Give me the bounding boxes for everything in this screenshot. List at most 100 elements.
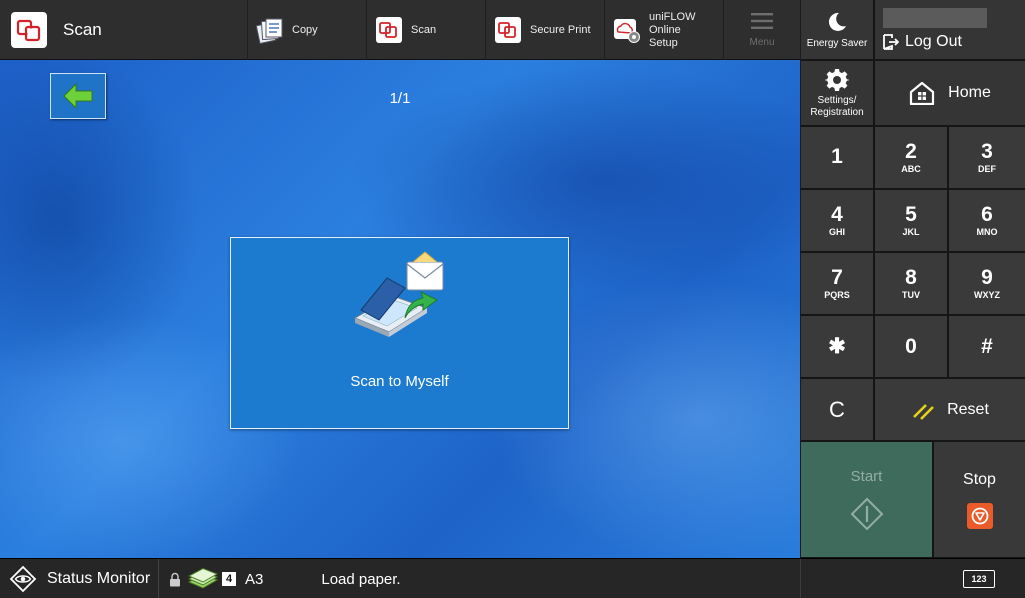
- lock-icon: [170, 572, 180, 586]
- energy-saver-label: Energy Saver: [806, 37, 868, 49]
- uniflow-setup-icon: [614, 19, 640, 43]
- paper-size: A3: [245, 570, 264, 588]
- clear-label: C: [829, 396, 845, 422]
- home-button[interactable]: Home: [875, 61, 1025, 125]
- shortcut-copy-label: Copy: [292, 23, 318, 36]
- start-label: Start: [850, 468, 883, 485]
- shortcut-uniflow-setup[interactable]: uniFLOW Online Setup: [604, 0, 722, 60]
- status-message: Load paper.: [321, 570, 401, 588]
- menu-label: Menu: [749, 36, 775, 48]
- home-icon: [910, 81, 935, 105]
- scan-to-myself-icon: [353, 251, 444, 337]
- settings-registration-button[interactable]: Settings/ Registration: [801, 61, 873, 125]
- scan-to-myself-label: Scan to Myself: [350, 373, 449, 390]
- logout-button[interactable]: Log Out: [875, 0, 1025, 59]
- key-digit: 2: [905, 140, 917, 163]
- key-letters: JKL: [902, 227, 920, 237]
- start-button[interactable]: Start: [801, 442, 932, 557]
- stop-symbol-icon: [971, 507, 988, 524]
- reset-button[interactable]: Reset: [875, 379, 1025, 440]
- key-8[interactable]: 8 TUV: [875, 253, 947, 314]
- status-monitor-button[interactable]: Status Monitor: [0, 559, 159, 598]
- key-digit: ✱: [828, 334, 846, 358]
- status-info: 4 A3 Load paper.: [160, 559, 401, 598]
- paper-count-badge: 4: [222, 572, 236, 586]
- key-0[interactable]: 0: [875, 316, 947, 377]
- key-hash[interactable]: #: [949, 316, 1025, 377]
- top-bar: Scan Copy Scan Secure Print uniFLOW Onli…: [0, 0, 800, 60]
- logout-area: Log Out: [883, 33, 962, 51]
- key-4[interactable]: 4 GHI: [801, 190, 873, 251]
- home-label: Home: [948, 84, 991, 101]
- key-5[interactable]: 5 JKL: [875, 190, 947, 251]
- key-digit: 5: [905, 203, 917, 226]
- divider: [800, 559, 801, 598]
- scan-app-icon: [11, 12, 47, 48]
- logout-label: Log Out: [905, 33, 962, 50]
- page-indicator: 1/1: [389, 90, 411, 107]
- key-digit: 4: [831, 203, 843, 226]
- key-3[interactable]: 3 DEF: [949, 127, 1025, 188]
- energy-saver-button[interactable]: Energy Saver: [801, 0, 873, 59]
- secure-print-icon: [495, 17, 521, 43]
- key-letters: DEF: [978, 164, 996, 174]
- main-area: 1/1 Scan to Myself: [0, 60, 800, 558]
- stop-icon: [966, 502, 993, 529]
- start-diamond-icon: [850, 497, 883, 531]
- right-panel: Energy Saver Log Out Settings/ Registrat…: [801, 0, 1025, 558]
- key-letters: WXYZ: [974, 290, 1000, 300]
- key-letters: ABC: [901, 164, 921, 174]
- status-bar: Status Monitor 4 A3 Load paper. 123: [0, 558, 1025, 598]
- shortcut-copy[interactable]: Copy: [247, 0, 365, 60]
- user-name-redacted: [883, 8, 987, 28]
- logout-icon: [883, 34, 899, 50]
- stop-label: Stop: [963, 470, 996, 488]
- shortcut-scan[interactable]: Scan: [366, 0, 484, 60]
- back-button[interactable]: [50, 73, 106, 119]
- key-digit: 0: [905, 334, 917, 358]
- copy-icon: [256, 18, 283, 44]
- key-digit: 1: [831, 145, 843, 168]
- key-7[interactable]: 7 PQRS: [801, 253, 873, 314]
- key-digit: #: [981, 334, 993, 358]
- key-digit: 6: [981, 203, 993, 226]
- key-2[interactable]: 2 ABC: [875, 127, 947, 188]
- shortcut-uniflow-label-line2: Setup: [649, 36, 678, 49]
- keypad-toggle-button[interactable]: 123: [963, 570, 995, 588]
- reset-icon: [913, 403, 935, 420]
- shortcut-uniflow-label-line1: uniFLOW Online: [649, 10, 696, 36]
- gear-icon: [825, 68, 849, 91]
- shortcut-uniflow-label: uniFLOW Online Setup: [649, 11, 722, 50]
- key-letters: MNO: [976, 227, 998, 237]
- reset-label: Reset: [947, 400, 989, 418]
- menu-icon: [751, 12, 773, 29]
- key-letters: GHI: [828, 227, 845, 237]
- status-monitor-icon: [9, 565, 37, 593]
- paper-stack-icon: [187, 568, 219, 589]
- clear-button[interactable]: C: [801, 379, 873, 440]
- stop-button[interactable]: Stop: [934, 442, 1025, 557]
- key-digit: 3: [981, 140, 993, 163]
- key-letters: TUV: [902, 290, 920, 300]
- app-title-area: Scan: [0, 0, 247, 60]
- scan-to-myself-button[interactable]: Scan to Myself: [230, 237, 569, 429]
- key-digit: 8: [905, 266, 917, 289]
- key-digit: 7: [831, 266, 843, 289]
- status-monitor-label: Status Monitor: [47, 570, 151, 587]
- shortcut-scan-label: Scan: [411, 23, 437, 36]
- scan-app-icon: [376, 17, 402, 43]
- settings-label-line1: Settings/: [817, 94, 857, 106]
- back-arrow-icon: [63, 83, 93, 109]
- key-digit: 9: [981, 266, 993, 289]
- moon-icon: [828, 12, 846, 31]
- menu-button[interactable]: Menu: [723, 0, 800, 60]
- key-1[interactable]: 1: [801, 127, 873, 188]
- key-letters: PQRS: [824, 290, 850, 300]
- key-9[interactable]: 9 WXYZ: [949, 253, 1025, 314]
- key-6[interactable]: 6 MNO: [949, 190, 1025, 251]
- key-asterisk[interactable]: ✱: [801, 316, 873, 377]
- app-title: Scan: [63, 20, 102, 39]
- shortcut-secure-print-label: Secure Print: [530, 23, 591, 36]
- settings-label-line2: Registration: [810, 106, 864, 118]
- shortcut-secure-print[interactable]: Secure Print: [485, 0, 603, 60]
